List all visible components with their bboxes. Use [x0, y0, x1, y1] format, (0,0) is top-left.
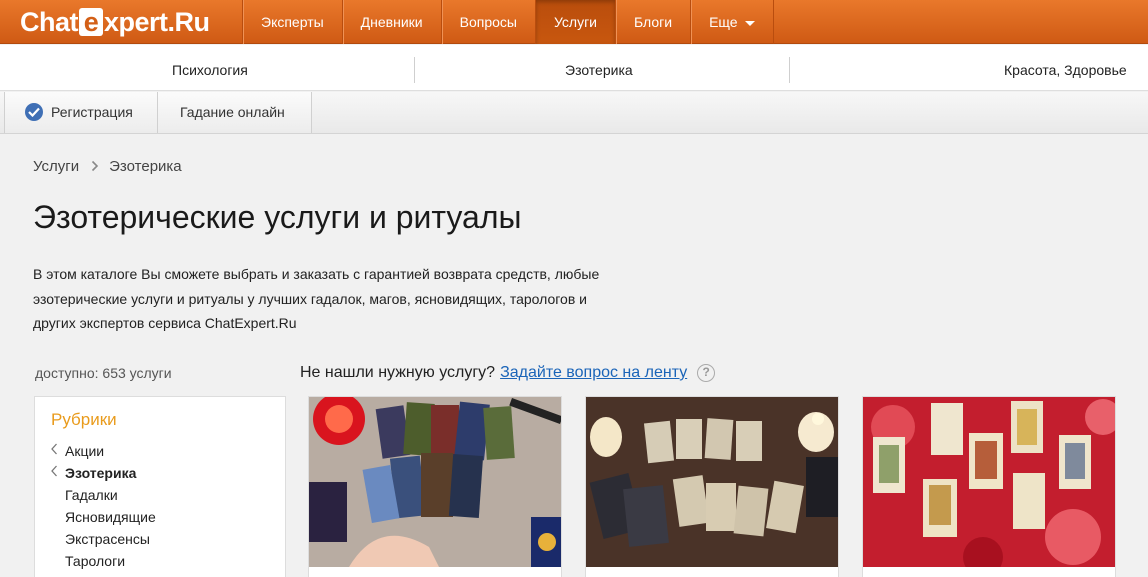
- service-card[interactable]: [862, 396, 1116, 577]
- check-circle-icon: [25, 103, 43, 122]
- top-navbar: Chat e xpert.Ru Эксперты Дневники Вопросы …: [0, 0, 1148, 44]
- logo-e-box: e: [79, 8, 103, 36]
- not-found-line: Не нашли нужную услугу? Задайте вопрос н…: [300, 364, 716, 382]
- nav-more[interactable]: Еще: [690, 0, 774, 44]
- rubric-fortune-tellers[interactable]: Гадалки: [65, 487, 118, 503]
- service-card[interactable]: [308, 396, 562, 577]
- service-image: [309, 397, 561, 567]
- nav-more-label: Еще: [709, 14, 738, 30]
- logo-text-left: Chat: [20, 6, 79, 37]
- rubrics-title: Рубрики: [51, 410, 117, 429]
- logo-text-right: xpert.Ru: [104, 6, 210, 37]
- rubrics-panel: Рубрики Акции Эзотерика Гадалки Ясновидя…: [34, 396, 286, 577]
- rubric-tarologists[interactable]: Тарологи: [65, 553, 125, 569]
- category-esoterics[interactable]: Эзотерика: [565, 45, 633, 91]
- service-card[interactable]: [585, 396, 839, 577]
- register-tab-label: Регистрация: [51, 104, 133, 120]
- category-divider: [789, 57, 790, 83]
- breadcrumb-current: Эзотерика: [109, 158, 182, 175]
- rubric-psychics[interactable]: Экстрасенсы: [65, 531, 150, 547]
- chevron-down-icon: [744, 20, 755, 26]
- category-strip: Психология Эзотерика Красота, Здоровье: [0, 45, 1148, 91]
- breadcrumb: Услуги Эзотерика: [33, 158, 182, 175]
- ask-question-link[interactable]: Задайте вопрос на ленту: [500, 364, 687, 382]
- nav-experts[interactable]: Эксперты: [242, 0, 342, 44]
- nav-diaries[interactable]: Дневники: [341, 0, 441, 44]
- rubric-promotions[interactable]: Акции: [65, 443, 104, 459]
- page-description: В этом каталоге Вы сможете выбрать и зак…: [33, 266, 600, 331]
- nav-blogs[interactable]: Блоги: [615, 0, 690, 44]
- service-image: [586, 397, 838, 567]
- category-beauty-health[interactable]: Красота, Здоровье: [1004, 45, 1127, 91]
- rubric-esoterics[interactable]: Эзотерика: [65, 465, 136, 481]
- not-found-text: Не нашли нужную услугу?: [300, 364, 496, 381]
- rubric-clairvoyants[interactable]: Ясновидящие: [65, 509, 156, 525]
- category-psychology[interactable]: Психология: [172, 45, 248, 91]
- nav-services[interactable]: Услуги: [534, 0, 616, 44]
- main-nav: Эксперты Дневники Вопросы Услуги Блоги Е…: [242, 0, 774, 44]
- chevron-left-icon: [51, 465, 58, 480]
- help-icon[interactable]: ?: [697, 364, 716, 382]
- fortune-online-tab[interactable]: Гадание онлайн: [158, 92, 312, 133]
- category-divider: [414, 57, 415, 83]
- register-tab[interactable]: Регистрация: [4, 92, 158, 133]
- chevron-left-icon: [51, 443, 58, 458]
- sub-tabs-bar: Регистрация Гадание онлайн: [0, 92, 1148, 134]
- breadcrumb-services[interactable]: Услуги: [33, 158, 79, 175]
- page-title: Эзотерические услуги и ритуалы: [33, 199, 522, 235]
- site-logo[interactable]: Chat e xpert.Ru: [20, 6, 210, 38]
- nav-questions[interactable]: Вопросы: [440, 0, 535, 44]
- chevron-right-icon: [91, 159, 99, 175]
- services-count: доступно: 653 услуги: [35, 365, 172, 381]
- service-image: [863, 397, 1115, 567]
